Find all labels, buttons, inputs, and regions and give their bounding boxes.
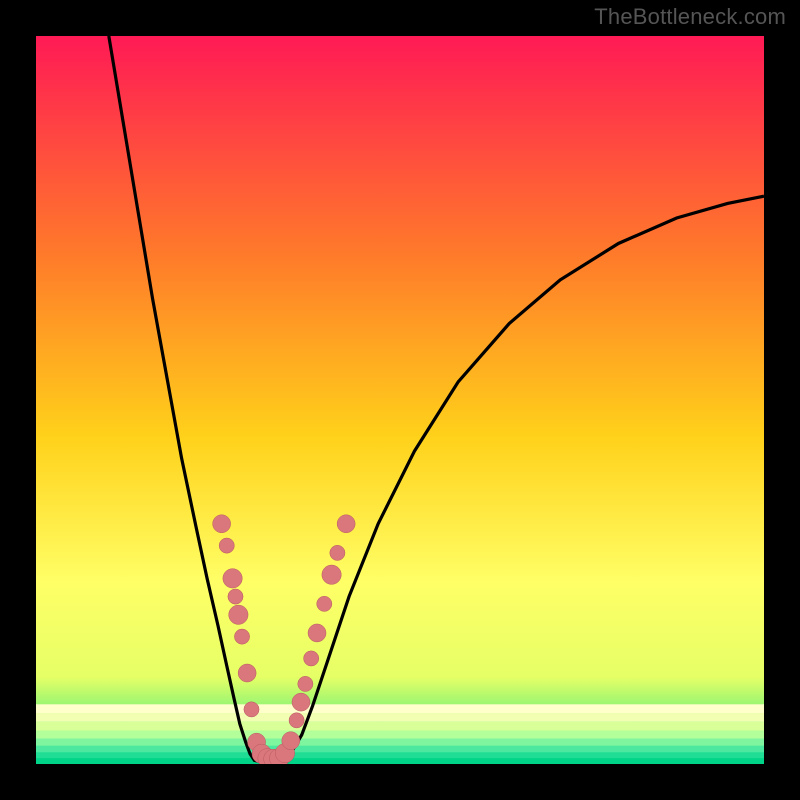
marker-point	[213, 515, 231, 533]
marker-point	[282, 732, 300, 750]
color-band	[36, 746, 764, 753]
marker-point	[223, 569, 242, 588]
marker-point	[289, 713, 304, 728]
marker-point	[322, 565, 341, 584]
watermark-text: TheBottleneck.com	[594, 4, 786, 30]
marker-point	[337, 515, 355, 533]
marker-point	[238, 664, 256, 682]
marker-point	[308, 624, 326, 642]
color-band	[36, 752, 764, 758]
marker-point	[304, 651, 319, 666]
color-band	[36, 713, 764, 722]
color-band	[36, 758, 764, 764]
marker-point	[219, 538, 234, 553]
marker-point	[330, 545, 345, 560]
marker-point	[229, 605, 248, 624]
marker-point	[317, 596, 332, 611]
chart-frame: TheBottleneck.com	[0, 0, 800, 800]
marker-point	[292, 693, 310, 711]
plot-area	[36, 36, 764, 764]
marker-point	[234, 629, 249, 644]
gradient-background	[36, 36, 764, 764]
chart-svg	[36, 36, 764, 764]
bottom-color-bands	[36, 704, 764, 764]
marker-point	[244, 702, 259, 717]
color-band	[36, 722, 764, 731]
color-band	[36, 731, 764, 739]
color-band	[36, 739, 764, 746]
marker-point	[298, 676, 313, 691]
color-band	[36, 704, 764, 713]
marker-point	[228, 589, 243, 604]
